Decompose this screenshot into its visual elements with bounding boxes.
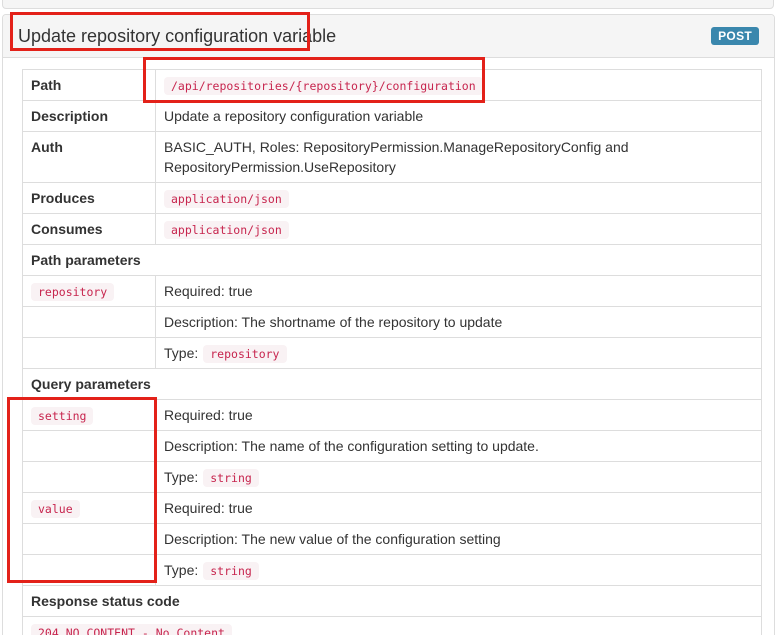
auth-label: Auth: [23, 132, 156, 183]
param-description: Description: The shortname of the reposi…: [156, 307, 762, 338]
auth-value: BASIC_AUTH, Roles: RepositoryPermission.…: [156, 132, 762, 183]
type-prefix: Type:: [164, 345, 198, 361]
table-row-query-parameters-header: Query parameters: [23, 369, 762, 400]
table-row-param-value-type: Type: string: [23, 555, 762, 586]
empty-cell: [23, 462, 156, 493]
table-row-produces: Produces application/json: [23, 183, 762, 214]
endpoint-panel: Update repository configuration variable…: [2, 14, 775, 635]
table-row-path-parameters-header: Path parameters: [23, 245, 762, 276]
table-row-response-header: Response status code: [23, 586, 762, 617]
table-row-description: Description Update a repository configur…: [23, 101, 762, 132]
empty-cell: [23, 555, 156, 586]
api-docs-page: Update repository configuration variable…: [0, 0, 777, 635]
post-method-badge: POST: [711, 27, 759, 45]
consumes-value-cell: application/json: [156, 214, 762, 245]
table-row-response-code: 204 NO_CONTENT - No Content: [23, 617, 762, 635]
consumes-value-code: application/json: [164, 221, 289, 239]
table-row-param-repository-description: Description: The shortname of the reposi…: [23, 307, 762, 338]
produces-value-code: application/json: [164, 190, 289, 208]
path-value-code: /api/repositories/{repository}/configura…: [164, 77, 483, 95]
previous-endpoint-panel-partial[interactable]: [2, 0, 774, 9]
table-row-consumes: Consumes application/json: [23, 214, 762, 245]
param-name-setting: setting: [31, 407, 93, 425]
table-row-param-setting-type: Type: string: [23, 462, 762, 493]
path-parameters-header: Path parameters: [23, 245, 762, 276]
path-label: Path: [23, 70, 156, 101]
endpoint-details-table: Path /api/repositories/{repository}/conf…: [22, 69, 762, 635]
query-parameters-header: Query parameters: [23, 369, 762, 400]
table-row-param-setting-description: Description: The name of the configurati…: [23, 431, 762, 462]
response-code: 204 NO_CONTENT - No Content: [31, 624, 232, 635]
empty-cell: [23, 338, 156, 369]
table-row-param-value-description: Description: The new value of the config…: [23, 524, 762, 555]
param-type-value: string: [203, 562, 259, 580]
response-code-cell: 204 NO_CONTENT - No Content: [23, 617, 762, 635]
response-status-header: Response status code: [23, 586, 762, 617]
produces-value-cell: application/json: [156, 183, 762, 214]
empty-cell: [23, 307, 156, 338]
param-type-cell: Type: string: [156, 555, 762, 586]
param-type-repository: repository: [203, 345, 286, 363]
table-row-param-repository-type: Type: repository: [23, 338, 762, 369]
produces-label: Produces: [23, 183, 156, 214]
description-value: Update a repository configuration variab…: [156, 101, 762, 132]
param-name-cell: value: [23, 493, 156, 524]
table-row-path: Path /api/repositories/{repository}/conf…: [23, 70, 762, 101]
param-name-cell: setting: [23, 400, 156, 431]
endpoint-panel-heading[interactable]: Update repository configuration variable…: [3, 15, 774, 58]
table-row-auth: Auth BASIC_AUTH, Roles: RepositoryPermis…: [23, 132, 762, 183]
param-required: Required: true: [156, 493, 762, 524]
param-type-cell: Type: repository: [156, 338, 762, 369]
description-label: Description: [23, 101, 156, 132]
endpoint-title: Update repository configuration variable: [18, 26, 336, 47]
param-name-cell: repository: [23, 276, 156, 307]
param-name-repository: repository: [31, 283, 114, 301]
endpoint-panel-body: Path /api/repositories/{repository}/conf…: [3, 58, 774, 635]
table-row-param-repository-required: repository Required: true: [23, 276, 762, 307]
param-type-setting: string: [203, 469, 259, 487]
empty-cell: [23, 431, 156, 462]
param-description: Description: The name of the configurati…: [156, 431, 762, 462]
path-value-cell: /api/repositories/{repository}/configura…: [156, 70, 762, 101]
type-prefix: Type:: [164, 469, 198, 485]
param-required: Required: true: [156, 400, 762, 431]
consumes-label: Consumes: [23, 214, 156, 245]
type-prefix: Type:: [164, 562, 198, 578]
empty-cell: [23, 524, 156, 555]
param-type-cell: Type: string: [156, 462, 762, 493]
param-required: Required: true: [156, 276, 762, 307]
table-row-param-setting-required: setting Required: true: [23, 400, 762, 431]
table-row-param-value-required: value Required: true: [23, 493, 762, 524]
param-name-value: value: [31, 500, 80, 518]
param-description: Description: The new value of the config…: [156, 524, 762, 555]
